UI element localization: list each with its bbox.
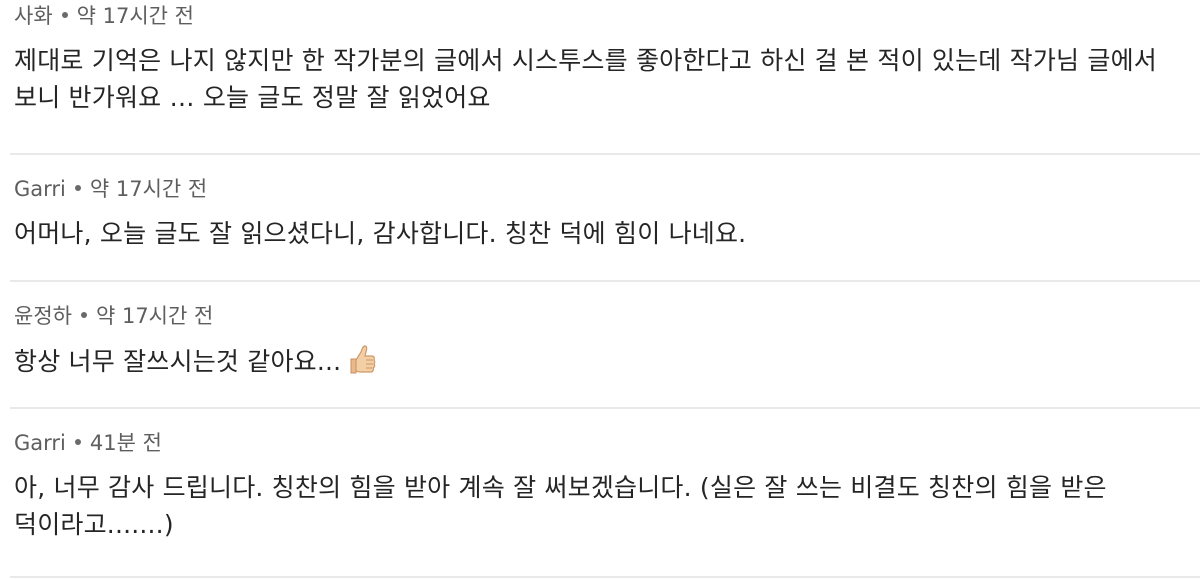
comment-meta: 윤정하 약 17시간 전 — [14, 304, 1192, 328]
comment-meta: 사화 약 17시간 전 — [14, 4, 1192, 28]
comment-time: 약 17시간 전 — [95, 304, 214, 328]
comment-divider — [10, 407, 1200, 409]
comment-author[interactable]: Garri — [14, 431, 66, 455]
separator-dot-icon — [74, 439, 81, 445]
comment-item: 윤정하 약 17시간 전 항상 너무 잘쓰시는것 같아요... — [0, 300, 1200, 380]
comment-text: 항상 너무 잘쓰시는것 같아요... — [14, 347, 342, 376]
separator-dot-icon — [61, 12, 68, 18]
separator-dot-icon — [80, 312, 87, 318]
comment-time: 약 17시간 전 — [76, 4, 194, 28]
comment-author[interactable]: Garri — [14, 177, 66, 201]
comment-item: Garri 41분 전 아, 너무 감사 드립니다. 칭찬의 힘을 받아 계속 잘… — [0, 427, 1200, 543]
comment-divider — [10, 153, 1200, 155]
comment-author[interactable]: 사화 — [14, 4, 53, 28]
thumbs-up-icon — [343, 342, 379, 378]
comment-text: 어머나, 오늘 글도 잘 읽으셨다니, 감사합니다. 칭찬 덕에 힘이 나네요. — [14, 219, 747, 248]
comment-item: 사화 약 17시간 전 제대로 기억은 나지 않지만 한 작가분의 글에서 시스투… — [0, 0, 1200, 116]
comment-time: 41분 전 — [89, 431, 162, 455]
separator-dot-icon — [74, 185, 81, 191]
comment-item: Garri 약 17시간 전 어머나, 오늘 글도 잘 읽으셨다니, 감사합니다.… — [0, 173, 1200, 252]
comment-text: 아, 너무 감사 드립니다. 칭찬의 힘을 받아 계속 잘 써보겠습니다. (실… — [14, 473, 1107, 539]
comment-meta: Garri 41분 전 — [14, 431, 1192, 455]
comment-text: 제대로 기억은 나지 않지만 한 작가분의 글에서 시스투스를 좋아한다고 하신… — [14, 46, 1158, 112]
comment-body: 항상 너무 잘쓰시는것 같아요... — [14, 342, 1192, 380]
comment-divider — [10, 280, 1200, 282]
comment-divider — [10, 576, 1200, 578]
comment-meta: Garri 약 17시간 전 — [14, 177, 1192, 201]
comment-author[interactable]: 윤정하 — [14, 304, 72, 328]
comment-list: 사화 약 17시간 전 제대로 기억은 나지 않지만 한 작가분의 글에서 시스투… — [0, 0, 1200, 580]
comment-time: 약 17시간 전 — [89, 177, 208, 201]
